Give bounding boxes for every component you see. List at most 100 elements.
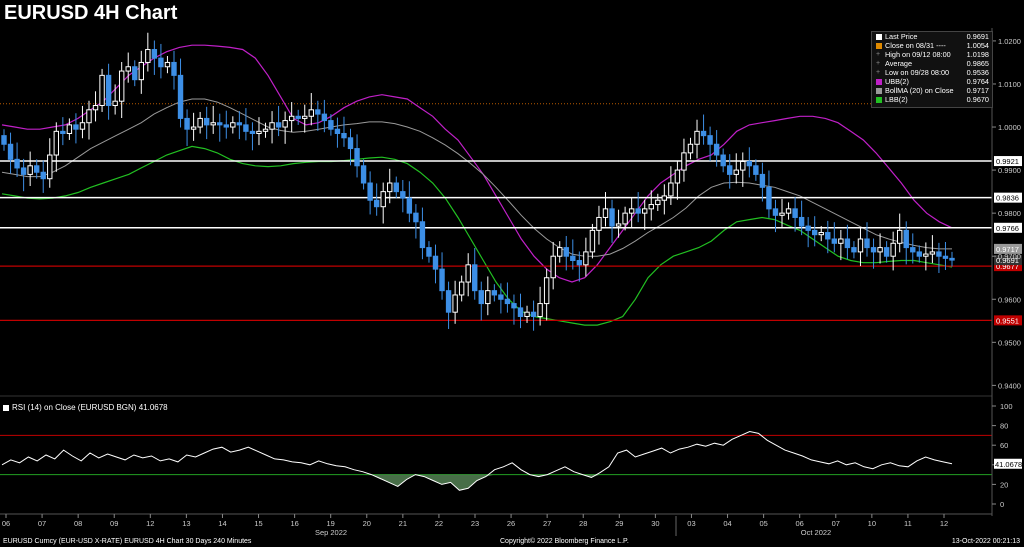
footer-timestamp: 13-Oct-2022 00:21:13 xyxy=(951,538,1020,545)
candle-body xyxy=(923,253,929,257)
candle-body xyxy=(831,238,838,244)
candle-body xyxy=(387,182,393,193)
candle-body xyxy=(99,74,105,107)
candle-body xyxy=(53,130,60,156)
y-tick-label: 1.0200 xyxy=(998,37,1021,46)
candle-body xyxy=(628,208,635,214)
month-label-sep: Sep 2022 xyxy=(315,528,347,537)
candle-body xyxy=(171,61,177,76)
candle-body xyxy=(210,122,216,126)
candle-body xyxy=(589,229,596,253)
x-tick-label: 23 xyxy=(471,519,479,528)
candle-body xyxy=(910,247,916,253)
legend-row: UBB(2) 0.9764 xyxy=(872,77,992,86)
rsi-legend-swatch xyxy=(3,404,9,411)
axes: 0.99210.98360.97660.96770.95510.97170.96… xyxy=(0,28,1022,537)
candle-body xyxy=(472,264,478,292)
legend-value: 0.9670 xyxy=(966,95,989,104)
candle-body xyxy=(550,255,556,279)
candle-body xyxy=(563,247,569,257)
candle-body xyxy=(203,117,210,126)
candle-body xyxy=(223,124,229,128)
x-tick-label: 15 xyxy=(254,519,262,528)
candle-body xyxy=(393,182,399,193)
candle-body xyxy=(870,247,877,253)
x-tick-label: 12 xyxy=(940,519,948,528)
legend-label: High on 09/12 08:00 xyxy=(885,50,951,59)
candle-body xyxy=(694,130,700,145)
y-tick-label: 0.9900 xyxy=(998,166,1021,175)
candle-body xyxy=(890,242,896,257)
x-tick-label: 26 xyxy=(507,519,515,528)
candle-body xyxy=(413,212,419,223)
candle-body xyxy=(33,165,40,173)
candle-body xyxy=(727,165,733,175)
month-label-oct: Oct 2022 xyxy=(801,528,831,537)
candle-body xyxy=(27,165,33,175)
candle-body xyxy=(655,199,661,206)
legend-swatch: + xyxy=(876,59,881,67)
candle-body xyxy=(576,260,583,266)
candle-body xyxy=(445,290,452,313)
candle-body xyxy=(753,165,759,175)
candle-body xyxy=(145,49,151,63)
x-tick-label: 30 xyxy=(651,519,659,528)
candle-body xyxy=(243,124,249,132)
candle-body xyxy=(713,143,720,156)
candle-body xyxy=(432,255,439,270)
x-tick-label: 08 xyxy=(74,519,82,528)
candle-body xyxy=(740,160,746,171)
candle-body xyxy=(583,251,589,266)
x-tick-label: 10 xyxy=(868,519,876,528)
candle-body xyxy=(602,208,609,218)
rsi-line xyxy=(1,430,953,491)
y-tick-label: 1.0100 xyxy=(998,80,1021,89)
footer-copyright: Copyright© 2022 Bloomberg Finance L.P. xyxy=(500,538,629,545)
candle-body xyxy=(40,171,46,180)
candle-body xyxy=(942,255,949,259)
y-tick-label: 0.9400 xyxy=(998,381,1021,390)
rsi-y-tick-label: 20 xyxy=(1000,480,1008,489)
candle-body xyxy=(439,268,445,292)
candle-body xyxy=(681,152,687,171)
candle-body xyxy=(557,247,563,257)
candle-body xyxy=(700,130,707,137)
upper-bollinger-band xyxy=(1,44,953,283)
level-tag-text: 0.9921 xyxy=(996,157,1019,166)
y-tick-label: 1.0000 xyxy=(998,123,1021,132)
candle-body xyxy=(746,160,753,167)
legend-row: Close on 08/31 ---- 1.0054 xyxy=(872,41,992,50)
candle-body xyxy=(288,115,295,122)
candle-body xyxy=(812,229,818,236)
x-tick-label: 07 xyxy=(38,519,46,528)
rsi-last-tag-text: 41.0678 xyxy=(995,460,1022,469)
candle-body xyxy=(543,277,550,305)
candle-body xyxy=(321,113,328,122)
candle-body xyxy=(766,186,772,210)
candle-body xyxy=(707,135,713,145)
candle-body xyxy=(217,122,223,126)
candle-body xyxy=(132,66,138,81)
candle-body xyxy=(184,117,190,130)
candle-body xyxy=(524,311,530,317)
level-tag-text: 0.9836 xyxy=(996,194,1019,203)
candle-body xyxy=(380,191,386,208)
legend-row: Last Price 0.9691 xyxy=(872,32,992,41)
x-tick-label: 21 xyxy=(399,519,407,528)
candle-body xyxy=(498,294,504,300)
candle-body xyxy=(14,158,20,169)
legend-label: Last Price xyxy=(885,32,918,41)
candle-body xyxy=(112,100,118,107)
candle-body xyxy=(609,208,615,227)
x-tick-label: 20 xyxy=(363,519,371,528)
x-tick-label: 16 xyxy=(290,519,298,528)
candle-body xyxy=(295,115,301,119)
legend-row: + High on 09/12 08:00 1.0198 xyxy=(872,50,992,59)
legend-label: Low on 09/28 08:00 xyxy=(885,68,950,77)
candle-body xyxy=(125,66,131,72)
candle-body xyxy=(197,117,203,128)
x-tick-label: 22 xyxy=(435,519,443,528)
candle-body xyxy=(465,264,471,283)
candle-body xyxy=(635,208,641,214)
x-tick-label: 07 xyxy=(832,519,840,528)
